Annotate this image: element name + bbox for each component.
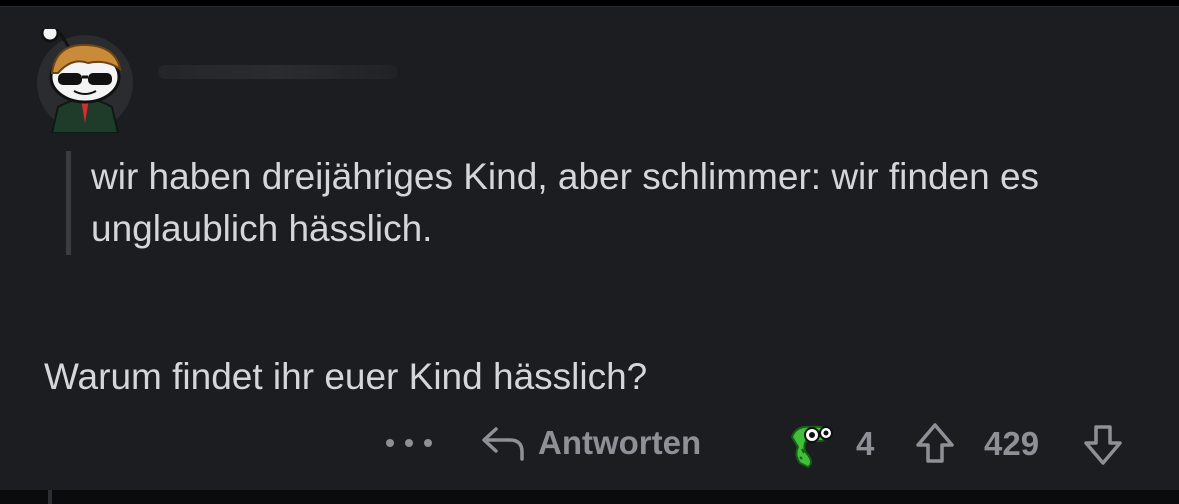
- reply-arrow-icon: [482, 427, 524, 461]
- thread-line: [48, 490, 52, 504]
- upvote-arrow-icon: [916, 423, 954, 463]
- username-blurred: [158, 65, 398, 79]
- more-dots-icon: [386, 439, 394, 447]
- comment-action-bar: Antworten 4 429: [0, 419, 1179, 469]
- award-icon[interactable]: [786, 419, 842, 469]
- more-options-button[interactable]: [386, 423, 432, 463]
- quote-text: wir haben dreijähriges Kind, aber schlim…: [91, 156, 1040, 249]
- downvote-button[interactable]: [1080, 421, 1126, 475]
- comment-body: Warum findet ihr euer Kind hässlich?: [44, 356, 648, 397]
- bottom-divider: [0, 490, 1179, 504]
- comment-card: wir haben dreijähriges Kind, aber schlim…: [0, 6, 1179, 491]
- avatar[interactable]: [36, 23, 134, 134]
- award-count: 4: [856, 425, 875, 462]
- reply-label: Antworten: [538, 424, 702, 461]
- downvote-arrow-icon: [1084, 425, 1122, 465]
- quote-block: wir haben dreijähriges Kind, aber schlim…: [66, 151, 1126, 255]
- vote-score: 429: [984, 425, 1040, 462]
- reply-button[interactable]: Antworten: [480, 421, 701, 465]
- upvote-button[interactable]: [912, 421, 958, 475]
